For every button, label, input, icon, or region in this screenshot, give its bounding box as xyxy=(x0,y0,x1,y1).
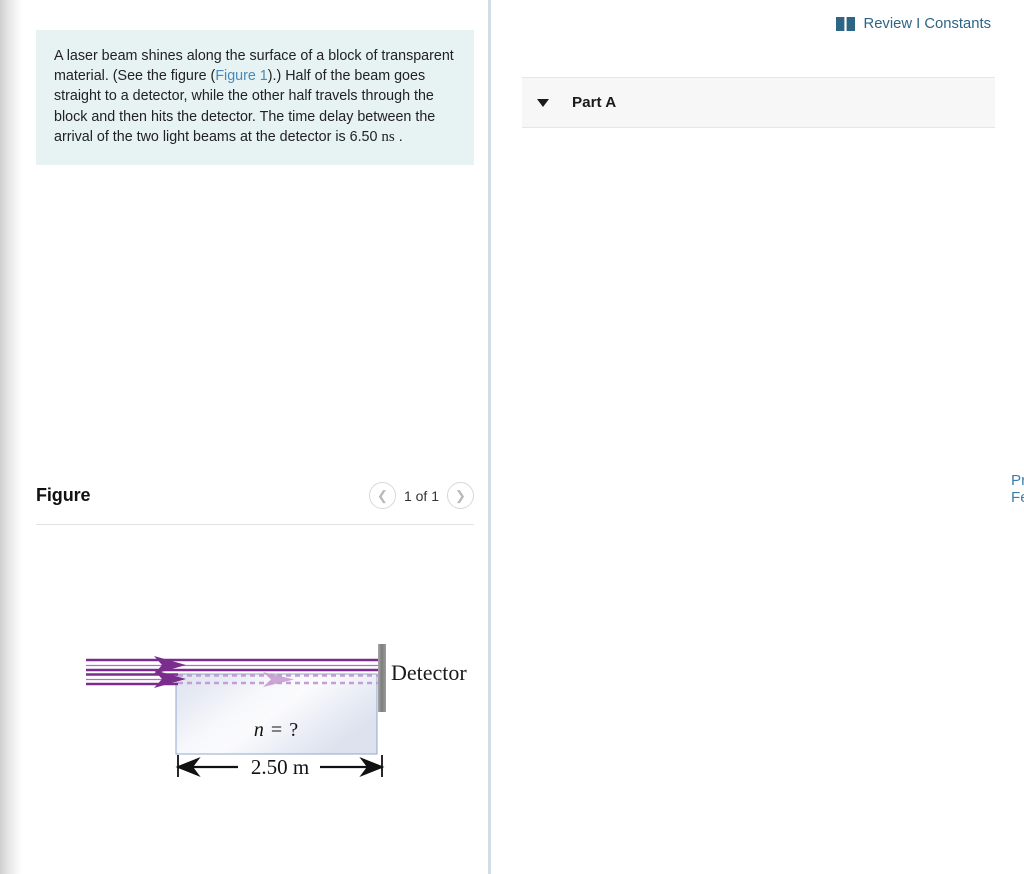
figure-next-button[interactable]: ❯ xyxy=(447,482,474,509)
answer-panel: Review I Constants Part A What is the in… xyxy=(491,0,1024,874)
provide-feedback-link[interactable]: Provide Feedback xyxy=(1011,472,1024,506)
figure-1-link[interactable]: Figure 1 xyxy=(215,68,267,84)
block-length-label: 2.50 m xyxy=(251,755,309,779)
review-constants-label: Review I Constants xyxy=(863,16,991,32)
detector-bar xyxy=(378,644,386,712)
figure-header: Figure ❮ 1 of 1 ❯ xyxy=(36,482,474,524)
transparent-block xyxy=(175,673,378,755)
detector-label: Detector xyxy=(391,660,467,685)
upper-beam xyxy=(86,658,380,672)
caret-down-icon xyxy=(537,98,549,107)
chevron-left-icon: ❮ xyxy=(377,487,388,503)
figure-divider xyxy=(36,524,474,525)
time-unit: ns xyxy=(381,128,395,145)
review-constants-link[interactable]: Review I Constants xyxy=(835,16,991,32)
part-a-header[interactable]: Part A xyxy=(522,77,995,128)
problem-panel: A laser beam shines along the surface of… xyxy=(22,0,488,874)
book-icon xyxy=(835,17,855,31)
figure-pager: ❮ 1 of 1 ❯ xyxy=(368,482,474,509)
problem-text-end: . xyxy=(394,128,403,145)
problem-statement-text: A laser beam shines along the surface of… xyxy=(54,46,456,147)
figure-diagram: Detector n =? 2.50 m xyxy=(58,612,488,802)
figure-prev-button[interactable]: ❮ xyxy=(368,482,396,509)
figure-title: Figure xyxy=(36,485,91,505)
window-left-edge xyxy=(0,0,22,874)
problem-statement-box: A laser beam shines along the surface of… xyxy=(36,30,474,166)
refractive-index-label: n =? xyxy=(254,719,298,741)
figure-page-indicator: 1 of 1 xyxy=(403,487,439,504)
part-a-label: Part A xyxy=(572,94,617,111)
chevron-right-icon: ❯ xyxy=(455,487,466,503)
